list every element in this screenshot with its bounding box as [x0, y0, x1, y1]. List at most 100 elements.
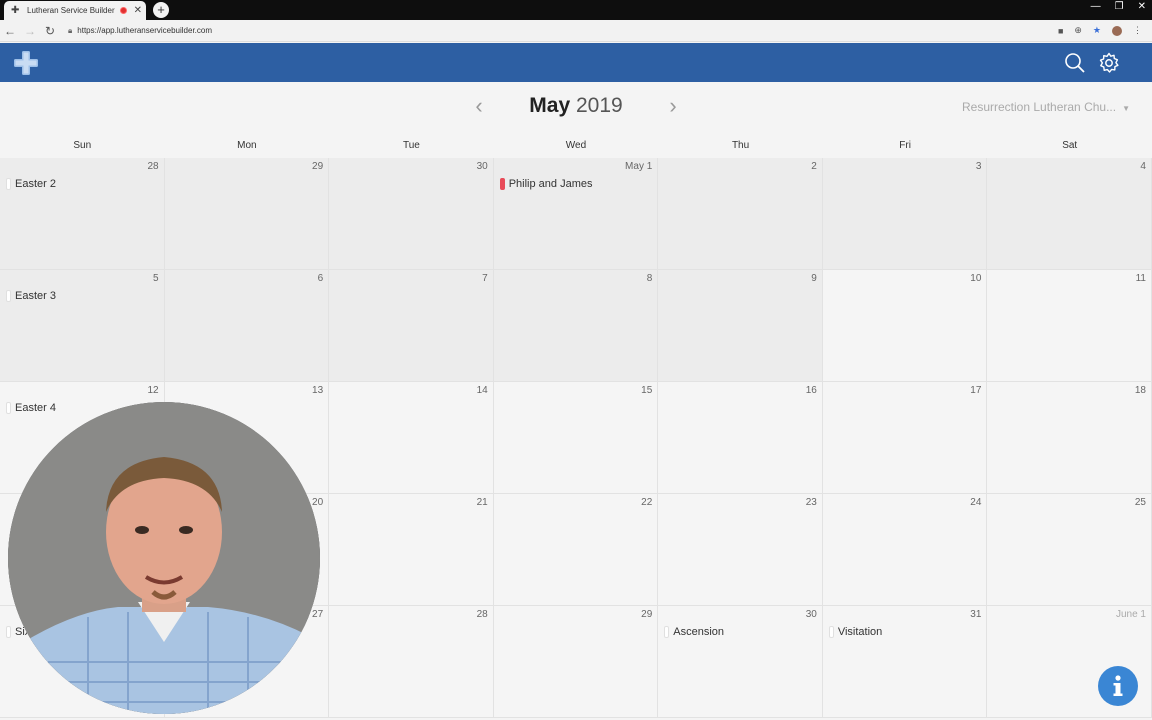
- calendar-day-cell[interactable]: 17: [822, 382, 988, 494]
- reload-icon[interactable]: ↻: [40, 24, 60, 38]
- calendar-day-cell[interactable]: 28: [329, 606, 494, 718]
- calendar-day-cell[interactable]: 25: [987, 494, 1152, 606]
- cross-favicon-icon: ✚: [11, 4, 20, 16]
- calendar-day-cell[interactable]: 29: [164, 158, 330, 270]
- event-title: Easter 2: [15, 178, 56, 190]
- weekday-thu: Thu: [731, 140, 750, 151]
- calendar-day-cell[interactable]: 4: [987, 158, 1152, 270]
- calendar-day-cell[interactable]: 24: [822, 494, 988, 606]
- previous-month-chevron-icon[interactable]: ‹: [472, 95, 486, 117]
- calendar-day-cell[interactable]: 5 Easter 3: [0, 270, 165, 382]
- gear-icon[interactable]: [1098, 52, 1120, 74]
- browser-tab[interactable]: ✚ Lutheran Service Builder ✕: [4, 1, 146, 20]
- weekday-sat: Sat: [1062, 140, 1078, 151]
- bookmark-star-icon[interactable]: ★: [1093, 25, 1101, 36]
- calendar-day-cell[interactable]: 10: [822, 270, 988, 382]
- camera-icon[interactable]: ■: [1058, 26, 1063, 36]
- url-field[interactable]: https://app.lutheranservicebuilder.com: [77, 26, 1058, 35]
- tab-title: Lutheran Service Builder: [27, 6, 115, 15]
- browser-titlebar: ✚ Lutheran Service Builder ✕ + — ❐ ✕: [0, 0, 1152, 20]
- day-number: 16: [805, 385, 817, 396]
- event-color-marker: [6, 402, 11, 414]
- calendar-day-cell[interactable]: 29: [493, 606, 659, 718]
- calendar-day-cell[interactable]: 7: [329, 270, 494, 382]
- day-number: 14: [476, 385, 488, 396]
- calendar-day-cell[interactable]: 16: [658, 382, 823, 494]
- calendar-event[interactable]: Easter 2: [6, 178, 56, 190]
- day-number: 20: [312, 497, 324, 508]
- calendar-event[interactable]: Ascension: [664, 626, 724, 638]
- month-title: May 2019: [500, 94, 652, 118]
- church-select[interactable]: Resurrection Lutheran Chu... ▼: [962, 100, 1130, 114]
- calendar-day-cell[interactable]: 30: [329, 158, 494, 270]
- minimize-icon[interactable]: —: [1091, 1, 1101, 12]
- day-number: 12: [147, 385, 159, 396]
- calendar-day-cell[interactable]: 11: [987, 270, 1152, 382]
- day-number: 11: [1135, 273, 1146, 284]
- back-arrow-icon[interactable]: ←: [0, 24, 20, 38]
- day-number: 30: [805, 609, 817, 620]
- day-number: 3: [975, 161, 982, 172]
- calendar-day-cell[interactable]: May 1 Philip and James: [493, 158, 659, 270]
- restore-icon[interactable]: ❐: [1115, 1, 1124, 12]
- calendar-day-cell[interactable]: 9: [658, 270, 823, 382]
- calendar-event[interactable]: Visitation: [828, 626, 883, 638]
- day-number: May 1: [625, 161, 653, 172]
- next-month-chevron-icon[interactable]: ›: [666, 95, 680, 117]
- event-title: Ascension: [673, 626, 725, 638]
- browser-menu-icon[interactable]: ⋮: [1133, 25, 1142, 36]
- window-close-icon[interactable]: ✕: [1138, 1, 1146, 12]
- lock-icon: 🔒︎: [68, 25, 73, 35]
- cross-logo-icon[interactable]: [13, 50, 39, 76]
- calendar-day-cell[interactable]: 14: [329, 382, 494, 494]
- address-bar: ← → ↻ 🔒︎ https://app.lutheranservicebuil…: [0, 20, 1152, 42]
- calendar-day-cell[interactable]: 31 Visitation: [822, 606, 988, 718]
- tab-close-icon[interactable]: ✕: [134, 5, 142, 16]
- day-number: 27: [312, 609, 324, 620]
- forward-arrow-icon[interactable]: →: [20, 24, 40, 38]
- year: 2019: [575, 94, 623, 117]
- day-number: 22: [641, 497, 653, 508]
- weekday-sun: Sun: [73, 140, 92, 151]
- day-number: 9: [811, 273, 817, 284]
- calendar-day-cell[interactable]: 2: [658, 158, 823, 270]
- day-number: 29: [312, 161, 324, 172]
- weekday-wed: Wed: [565, 140, 587, 151]
- day-number: 18: [1134, 385, 1146, 396]
- zoom-icon[interactable]: ⊕: [1074, 25, 1082, 36]
- presenter-webcam-video: [8, 402, 320, 714]
- day-number: 4: [1140, 161, 1146, 172]
- calendar-event[interactable]: Philip and James: [499, 178, 593, 190]
- event-color-marker: [664, 626, 670, 638]
- calendar-event[interactable]: Easter 3: [6, 290, 56, 302]
- event-color-marker: [6, 626, 11, 638]
- calendar-day-cell[interactable]: 18: [987, 382, 1152, 494]
- app-header: [0, 43, 1152, 82]
- event-title: Philip and James: [508, 178, 593, 190]
- info-button[interactable]: [1098, 666, 1138, 706]
- calendar-event[interactable]: Easter 4: [6, 402, 56, 414]
- month-navigation: ‹ May 2019 › Resurrection Lutheran Chu..…: [0, 82, 1152, 138]
- calendar-day-cell[interactable]: 21: [329, 494, 494, 606]
- weekday-mon: Mon: [237, 140, 257, 151]
- calendar-day-cell[interactable]: 30 Ascension: [658, 606, 823, 718]
- weekday-fri: Fri: [899, 140, 911, 151]
- search-icon[interactable]: [1064, 52, 1086, 74]
- calendar-day-cell[interactable]: 23: [658, 494, 823, 606]
- day-number: 21: [476, 497, 488, 508]
- weekday-header: Sun Mon Tue Wed Thu Fri Sat: [0, 140, 1152, 158]
- event-title: Visitation: [837, 626, 883, 638]
- calendar-day-cell[interactable]: 8: [493, 270, 659, 382]
- profile-avatar[interactable]: [1112, 25, 1122, 36]
- calendar-day-cell[interactable]: 3: [822, 158, 988, 270]
- day-number: 8: [646, 273, 653, 284]
- calendar-day-cell[interactable]: 15: [493, 382, 659, 494]
- calendar-day-cell[interactable]: 22: [493, 494, 659, 606]
- calendar-day-cell[interactable]: 6: [164, 270, 330, 382]
- day-number: 25: [1134, 497, 1146, 508]
- day-number: 2: [811, 161, 817, 172]
- calendar-day-cell[interactable]: 28 Easter 2: [0, 158, 165, 270]
- weekday-tue: Tue: [402, 140, 420, 151]
- window-controls: — ❐ ✕: [1091, 0, 1146, 12]
- new-tab-button[interactable]: +: [153, 2, 169, 18]
